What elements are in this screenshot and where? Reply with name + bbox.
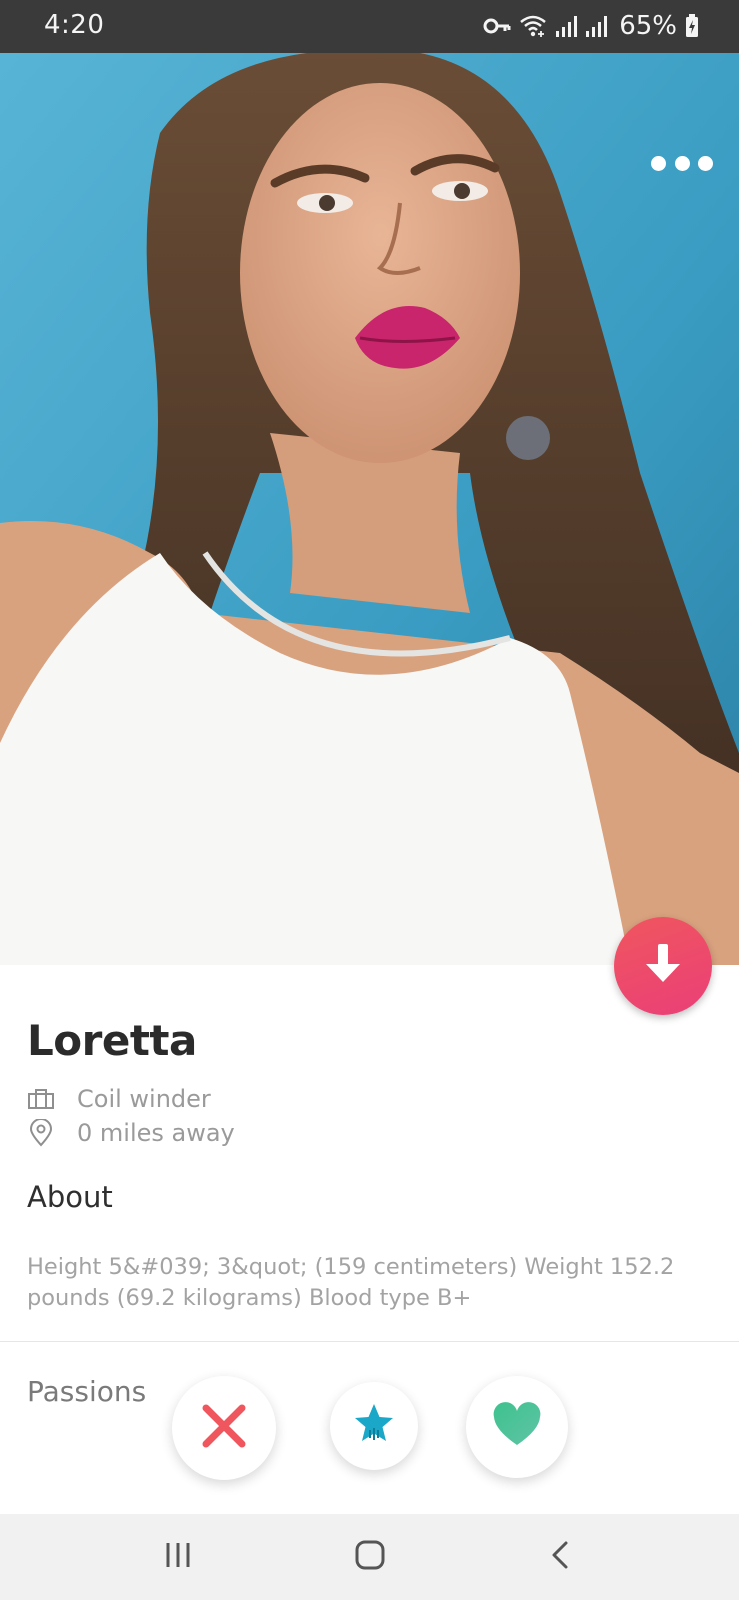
home-icon <box>354 1539 386 1575</box>
more-dot <box>674 155 690 171</box>
heart-icon <box>491 1402 543 1452</box>
profile-screen: 4:20 65% Loretta Coil winder 0 miles awa… <box>0 0 739 1600</box>
battery-percentage: 65% <box>619 11 677 41</box>
more-dot <box>698 155 713 171</box>
profile-photo[interactable] <box>0 53 739 965</box>
battery-charging-icon <box>685 14 699 38</box>
about-heading: About <box>27 1180 113 1214</box>
system-nav-bar <box>0 1514 739 1600</box>
super-like-button[interactable] <box>330 1382 418 1470</box>
briefcase-icon <box>27 1085 55 1113</box>
recent-apps-button[interactable] <box>148 1532 208 1582</box>
distance-row: 0 miles away <box>27 1117 235 1149</box>
signal-icon <box>555 14 578 38</box>
star-icon <box>352 1402 396 1450</box>
status-time: 4:20 <box>44 10 105 40</box>
collapse-profile-button[interactable] <box>614 917 712 1015</box>
job-text: Coil winder <box>77 1085 211 1113</box>
location-pin-icon <box>27 1119 55 1147</box>
arrow-down-icon <box>643 942 683 990</box>
more-dot <box>651 155 666 171</box>
vpn-key-icon <box>483 16 511 36</box>
passions-heading: Passions <box>27 1375 147 1408</box>
about-text: Height 5&#039; 3&quot; (159 centimeters)… <box>27 1254 675 1311</box>
back-button[interactable] <box>530 1532 590 1582</box>
nope-button[interactable] <box>172 1376 276 1480</box>
status-icons: 65% <box>483 9 699 43</box>
profile-name: Loretta <box>27 1016 197 1065</box>
like-button[interactable] <box>466 1376 568 1478</box>
recent-apps-icon <box>163 1541 193 1573</box>
more-options-button[interactable] <box>651 149 713 177</box>
distance-text: 0 miles away <box>77 1119 235 1147</box>
job-row: Coil winder <box>27 1083 211 1115</box>
status-bar: 4:20 65% <box>0 0 739 53</box>
wifi-icon <box>519 13 547 39</box>
home-button[interactable] <box>340 1532 400 1582</box>
back-icon <box>549 1540 571 1574</box>
signal-icon <box>585 14 608 38</box>
section-divider <box>0 1341 739 1342</box>
close-icon <box>200 1402 248 1454</box>
